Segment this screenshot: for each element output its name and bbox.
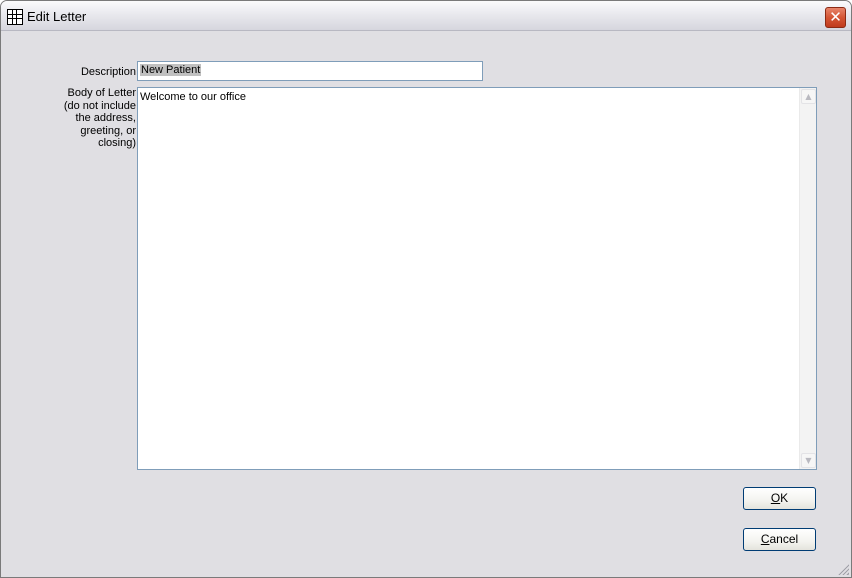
scroll-up-arrow-icon[interactable]: ▲ <box>801 89 816 104</box>
close-button[interactable]: ✕ <box>825 7 846 28</box>
description-value: New Patient <box>140 64 202 76</box>
dialog-content: Description New Patient Body of Letter (… <box>5 32 847 575</box>
scroll-down-arrow-icon[interactable]: ▼ <box>801 453 816 468</box>
body-of-letter-label: Body of Letter (do not include the addre… <box>45 87 136 150</box>
body-text: Welcome to our office <box>140 91 246 103</box>
body-label-line: (do not include <box>63 99 136 112</box>
title-bar[interactable]: Edit Letter ✕ <box>1 1 851 31</box>
cancel-button[interactable]: Cancel <box>743 528 816 551</box>
ok-mnemonic: O <box>770 491 781 505</box>
vertical-scrollbar[interactable]: ▲ ▼ <box>799 88 816 469</box>
body-of-letter-textarea[interactable]: Welcome to our office ▲ ▼ <box>137 87 817 470</box>
ok-button[interactable]: OK <box>743 487 816 510</box>
close-icon: ✕ <box>829 8 842 26</box>
body-label-line: closing) <box>98 137 136 149</box>
description-label: Description <box>80 66 136 78</box>
cancel-label-rest: ancel <box>769 532 799 546</box>
resize-grip-icon[interactable] <box>837 563 849 575</box>
grid-icon <box>7 9 23 25</box>
ok-label-rest: K <box>780 491 789 505</box>
edit-letter-window: Edit Letter ✕ Description New Patient Bo… <box>0 0 852 578</box>
window-title: Edit Letter <box>27 9 87 24</box>
body-label-line: Body of Letter <box>67 87 137 99</box>
body-label-line: the address, <box>75 112 136 124</box>
description-input[interactable]: New Patient <box>137 61 483 81</box>
body-label-line: greeting, or <box>80 124 136 137</box>
